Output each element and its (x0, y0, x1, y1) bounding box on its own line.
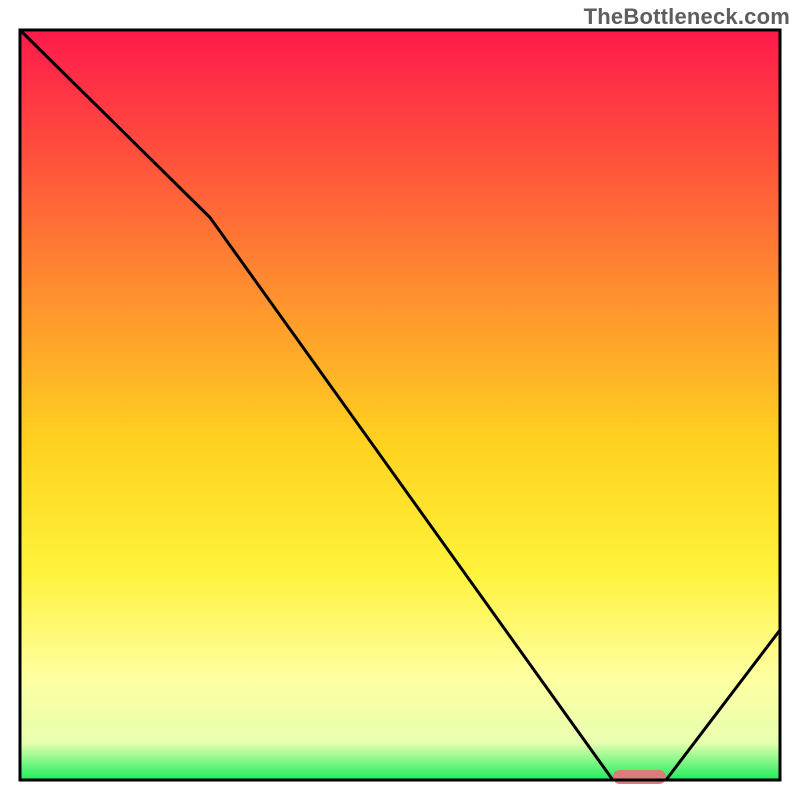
watermark-text: TheBottleneck.com (584, 4, 790, 30)
chart-container: TheBottleneck.com (0, 0, 800, 800)
optimal-range-marker (613, 770, 666, 784)
bottleneck-chart (0, 0, 800, 800)
